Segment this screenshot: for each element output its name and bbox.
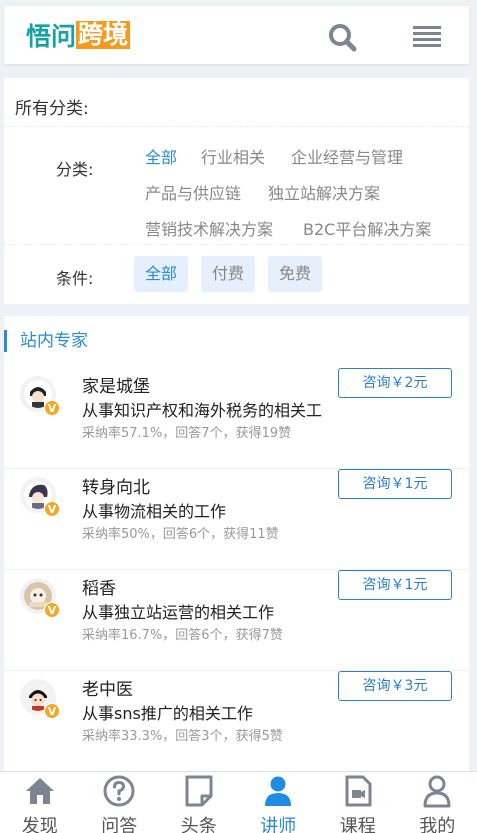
nav-label: 课程 bbox=[339, 816, 376, 833]
divider bbox=[4, 244, 469, 245]
expert-item[interactable]: V 老中医 从事sns推广的相关工作 采纳率33.3%，回答3个，获得5赞 咨询… bbox=[4, 671, 469, 772]
category-option-all[interactable]: 全部 bbox=[145, 144, 177, 168]
nav-item-courses[interactable]: 课程 bbox=[318, 772, 398, 833]
avatar: V bbox=[20, 679, 60, 719]
nav-item-mine[interactable]: 我的 bbox=[398, 772, 477, 833]
consult-button[interactable]: 咨询￥3元 bbox=[338, 671, 452, 701]
verified-badge: V bbox=[44, 501, 60, 517]
expert-item[interactable]: V 稻香 从事独立站运营的相关工作 采纳率16.7%，回答6个，获得7赞 咨询￥… bbox=[4, 570, 469, 671]
expert-stats: 采纳率33.3%，回答3个，获得5赞 bbox=[82, 729, 283, 744]
avatar: V bbox=[20, 376, 60, 416]
experts-section: 站内专家 V 家是城堡 从事知识产权和海外税务的相关工 采纳率57.1%，回答7… bbox=[4, 316, 469, 786]
expert-name: 稻香 bbox=[82, 579, 116, 599]
filter-panel: 所有分类: 分类: 全部 行业相关 企业经营与管理 产品与供应链 独立站解决方案… bbox=[4, 78, 469, 304]
verified-badge: V bbox=[44, 703, 60, 719]
nav-item-discover[interactable]: 发现 bbox=[0, 772, 80, 833]
user-outline-icon bbox=[423, 775, 451, 808]
expert-name: 转身向北 bbox=[82, 478, 150, 498]
condition-option-paid[interactable]: 付费 bbox=[201, 256, 256, 292]
expert-stats: 采纳率50%，回答6个，获得11赞 bbox=[82, 527, 279, 542]
expert-item[interactable]: V 转身向北 从事物流相关的工作 采纳率50%，回答6个，获得11赞 咨询￥1元 bbox=[4, 469, 469, 570]
category-option-industry[interactable]: 行业相关 bbox=[201, 144, 265, 168]
nav-item-lecturers[interactable]: 讲师 bbox=[239, 772, 319, 833]
expert-stats: 采纳率57.1%，回答7个，获得19赞 bbox=[82, 426, 292, 441]
category-option-b2c-platform[interactable]: B2C平台解决方案 bbox=[303, 216, 431, 240]
question-icon bbox=[103, 775, 135, 807]
expert-description: 从事sns推广的相关工作 bbox=[82, 704, 253, 723]
expert-name: 老中医 bbox=[82, 680, 133, 700]
expert-item[interactable]: V 家是城堡 从事知识产权和海外税务的相关工 采纳率57.1%，回答7个，获得1… bbox=[4, 368, 469, 469]
menu-icon[interactable] bbox=[410, 24, 444, 50]
video-file-icon bbox=[345, 775, 372, 807]
logo[interactable]: 悟问 跨境 bbox=[26, 20, 131, 51]
condition-option-free[interactable]: 免费 bbox=[268, 256, 323, 292]
section-title: 站内专家 bbox=[4, 330, 88, 352]
top-header: 悟问 跨境 bbox=[4, 6, 469, 64]
person-icon bbox=[265, 776, 292, 806]
condition-option-all[interactable]: 全部 bbox=[134, 256, 189, 292]
category-option-independent-site[interactable]: 独立站解决方案 bbox=[268, 180, 380, 204]
article-icon bbox=[185, 775, 213, 807]
nav-label: 我的 bbox=[419, 816, 456, 833]
expert-description: 从事物流相关的工作 bbox=[82, 502, 227, 521]
divider bbox=[4, 126, 469, 127]
nav-label: 问答 bbox=[101, 816, 138, 833]
bottom-nav: 发现 问答 头条 讲师 课程 我的 bbox=[0, 771, 477, 833]
search-icon[interactable] bbox=[326, 22, 360, 52]
nav-item-qa[interactable]: 问答 bbox=[80, 772, 160, 833]
category-option-management[interactable]: 企业经营与管理 bbox=[291, 144, 403, 168]
consult-button[interactable]: 咨询￥1元 bbox=[338, 570, 452, 600]
verified-badge: V bbox=[44, 602, 60, 618]
category-label: 分类: bbox=[56, 160, 94, 179]
nav-item-headlines[interactable]: 头条 bbox=[159, 772, 239, 833]
category-option-marketing-tech[interactable]: 营销技术解决方案 bbox=[145, 216, 273, 240]
consult-button[interactable]: 咨询￥1元 bbox=[338, 469, 452, 499]
avatar: V bbox=[20, 477, 60, 517]
expert-stats: 采纳率16.7%，回答6个，获得7赞 bbox=[82, 628, 283, 643]
condition-label: 条件: bbox=[56, 269, 94, 288]
nav-label: 发现 bbox=[21, 816, 58, 833]
nav-label: 讲师 bbox=[260, 816, 297, 833]
logo-text-part2: 跨境 bbox=[76, 20, 131, 49]
expert-description: 从事知识产权和海外税务的相关工 bbox=[82, 401, 322, 420]
avatar: V bbox=[20, 578, 60, 618]
home-icon bbox=[25, 778, 54, 804]
all-categories-label: 所有分类: bbox=[15, 99, 89, 119]
logo-text-part1: 悟问 bbox=[26, 22, 77, 51]
category-option-supply-chain[interactable]: 产品与供应链 bbox=[145, 180, 241, 204]
expert-description: 从事独立站运营的相关工作 bbox=[82, 603, 275, 622]
expert-name: 家是城堡 bbox=[82, 377, 150, 397]
verified-badge: V bbox=[44, 400, 60, 416]
nav-label: 头条 bbox=[180, 816, 217, 833]
consult-button[interactable]: 咨询￥2元 bbox=[338, 368, 452, 398]
